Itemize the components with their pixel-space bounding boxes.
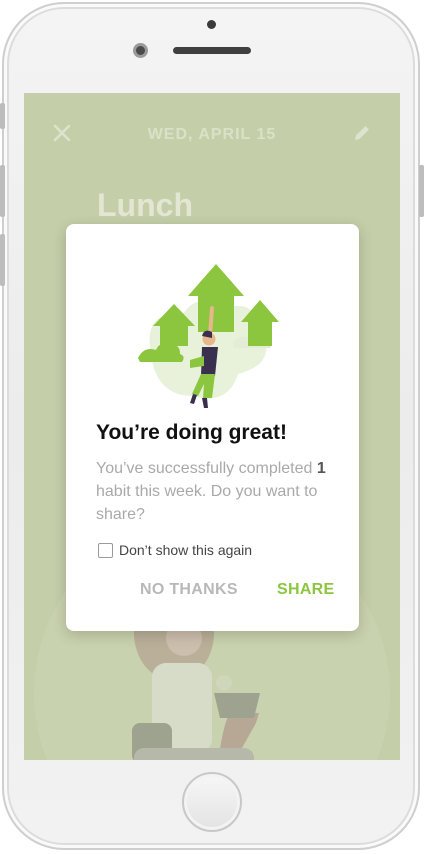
power-button (419, 165, 424, 217)
page-title: Lunch (97, 187, 193, 223)
message-text: You’ve successfully completed (96, 460, 317, 477)
habit-count: 1 (316, 460, 326, 477)
dialog-title: You’re doing great! (96, 421, 287, 444)
pencil-icon[interactable] (352, 123, 372, 143)
proximity-sensor (207, 20, 216, 29)
volume-up-button (0, 165, 5, 217)
no-thanks-button[interactable]: NO THANKS (140, 581, 238, 599)
share-button[interactable]: SHARE (277, 581, 335, 599)
volume-down-button (0, 234, 5, 286)
front-camera (133, 43, 148, 58)
silent-switch (0, 103, 5, 129)
dont-show-again-row[interactable]: Don’t show this again (98, 542, 252, 558)
date-header: WED, APRIL 15 (147, 126, 277, 143)
share-dialog: You’re doing great! You’ve successfully … (66, 224, 359, 631)
home-button[interactable] (182, 772, 242, 832)
message-text: habit this week. Do you want to share? (96, 483, 318, 523)
success-arrows-illustration (138, 264, 279, 408)
checkbox-label: Don’t show this again (119, 542, 253, 558)
dialog-message: You’ve successfully completed 1 habit th… (96, 457, 341, 526)
earpiece-speaker (173, 47, 251, 54)
dont-show-again-checkbox[interactable] (98, 542, 113, 558)
